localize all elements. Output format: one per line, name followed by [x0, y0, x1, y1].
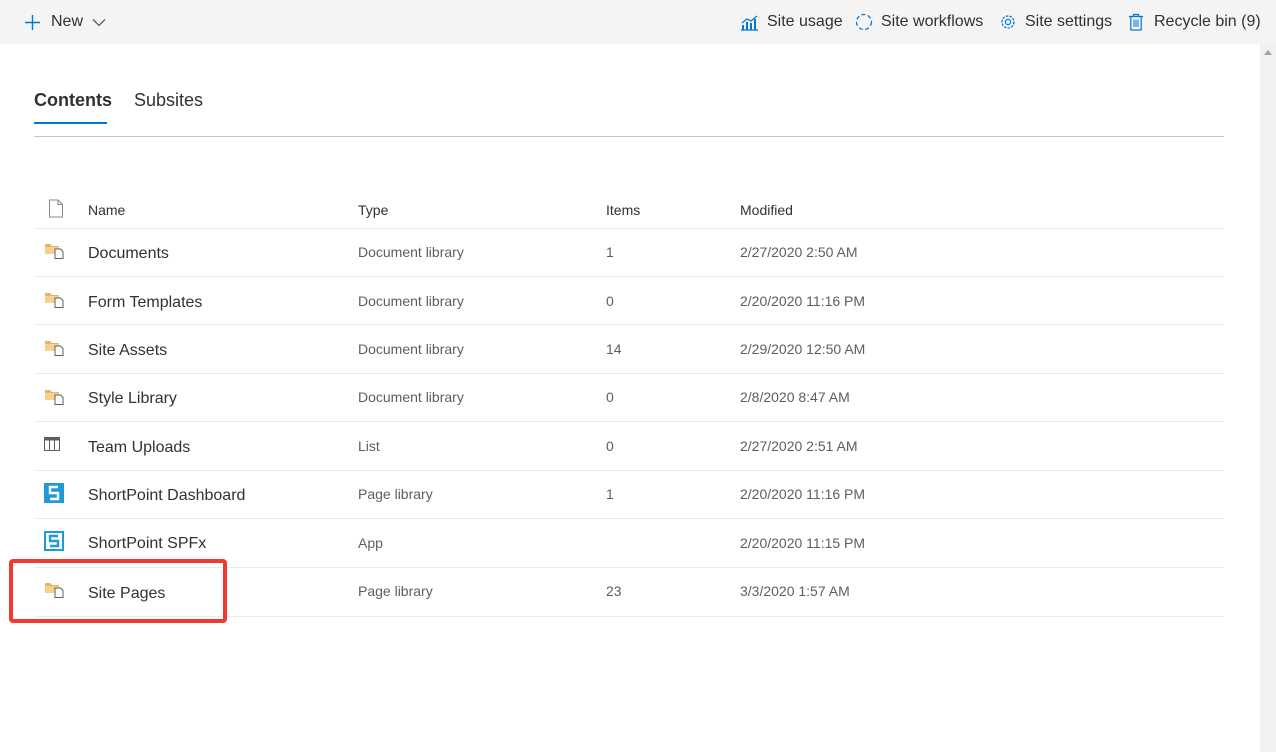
- row-name[interactable]: Documents: [88, 245, 169, 263]
- tab-contents[interactable]: Contents: [34, 90, 112, 111]
- new-label: New: [51, 13, 84, 30]
- new-button[interactable]: New: [24, 0, 106, 44]
- row-name[interactable]: Form Templates: [88, 294, 202, 312]
- row-items: 1: [606, 244, 614, 260]
- row-type: App: [358, 535, 383, 551]
- row-items: 0: [606, 438, 614, 454]
- table-row[interactable]: Style Library Document library 0 2/8/202…: [34, 373, 1224, 422]
- column-header-name[interactable]: Name: [88, 202, 125, 218]
- row-modified: 2/27/2020 2:50 AM: [740, 244, 858, 260]
- row-name[interactable]: Site Assets: [88, 342, 167, 360]
- workflow-icon: [855, 13, 873, 31]
- row-name[interactable]: Site Pages: [88, 585, 165, 603]
- row-modified: 2/20/2020 11:15 PM: [740, 535, 866, 551]
- row-type: Document library: [358, 389, 464, 405]
- tab-subsites[interactable]: Subsites: [134, 90, 203, 111]
- row-items: 1: [606, 486, 614, 502]
- row-modified: 2/27/2020 2:51 AM: [740, 438, 858, 454]
- site-workflows-label: Site workflows: [881, 13, 984, 30]
- recycle-bin-label: Recycle bin (9): [1154, 13, 1261, 30]
- command-bar: New Site usage Site workflows Site setti…: [0, 0, 1276, 44]
- column-header-modified[interactable]: Modified: [740, 202, 793, 218]
- document-library-icon: [44, 241, 64, 264]
- row-name[interactable]: ShortPoint SPFx: [88, 535, 206, 553]
- table-row[interactable]: Form Templates Document library 0 2/20/2…: [34, 276, 1224, 325]
- document-library-icon: [44, 580, 64, 603]
- vertical-scrollbar[interactable]: [1260, 44, 1276, 752]
- row-type: Document library: [358, 244, 464, 260]
- site-settings-label: Site settings: [1025, 13, 1113, 30]
- active-tab-indicator: [34, 122, 107, 124]
- chart-icon: [740, 14, 759, 31]
- table-row[interactable]: ShortPoint Dashboard Page library 1 2/20…: [34, 470, 1224, 519]
- shortpoint-icon: [44, 531, 64, 556]
- shortpoint-icon: [44, 483, 64, 508]
- scroll-up-arrow-icon[interactable]: [1264, 50, 1272, 55]
- row-name[interactable]: Team Uploads: [88, 439, 190, 457]
- trash-icon: [1128, 13, 1144, 31]
- site-usage-label: Site usage: [767, 13, 843, 30]
- table-row[interactable]: Documents Document library 1 2/27/2020 2…: [34, 228, 1224, 277]
- list-icon: [44, 437, 60, 456]
- row-items: 14: [606, 341, 622, 357]
- table-row[interactable]: ShortPoint SPFx App 2/20/2020 11:15 PM: [34, 518, 1224, 567]
- gear-icon: [999, 13, 1017, 31]
- document-library-icon: [44, 338, 64, 361]
- document-library-icon: [44, 290, 64, 313]
- file-type-icon: [48, 199, 64, 223]
- row-items: 23: [606, 583, 622, 599]
- row-type: Document library: [358, 293, 464, 309]
- row-type: List: [358, 438, 380, 454]
- table-row[interactable]: Site Pages Page library 23 3/3/2020 1:57…: [34, 567, 1224, 617]
- document-library-icon: [44, 387, 64, 410]
- recycle-bin-button[interactable]: Recycle bin (9): [1128, 0, 1261, 44]
- row-name[interactable]: Style Library: [88, 390, 177, 408]
- table-row[interactable]: Site Assets Document library 14 2/29/202…: [34, 324, 1224, 373]
- column-header-items[interactable]: Items: [606, 202, 640, 218]
- row-modified: 2/20/2020 11:16 PM: [740, 486, 866, 502]
- row-type: Page library: [358, 583, 433, 599]
- chevron-down-icon: [92, 18, 106, 27]
- row-modified: 2/29/2020 12:50 AM: [740, 341, 866, 357]
- tabs-divider: [34, 136, 1224, 137]
- row-items: 0: [606, 293, 614, 309]
- row-name[interactable]: ShortPoint Dashboard: [88, 487, 245, 505]
- row-modified: 3/3/2020 1:57 AM: [740, 583, 850, 599]
- site-workflows-button[interactable]: Site workflows: [855, 0, 983, 44]
- row-type: Document library: [358, 341, 464, 357]
- row-items: 0: [606, 389, 614, 405]
- column-header-type[interactable]: Type: [358, 202, 388, 218]
- plus-icon: [24, 14, 41, 31]
- table-row[interactable]: Team Uploads List 0 2/27/2020 2:51 AM: [34, 421, 1224, 470]
- row-modified: 2/8/2020 8:47 AM: [740, 389, 850, 405]
- row-type: Page library: [358, 486, 433, 502]
- site-usage-button[interactable]: Site usage: [740, 0, 843, 44]
- site-settings-button[interactable]: Site settings: [999, 0, 1112, 44]
- row-modified: 2/20/2020 11:16 PM: [740, 293, 866, 309]
